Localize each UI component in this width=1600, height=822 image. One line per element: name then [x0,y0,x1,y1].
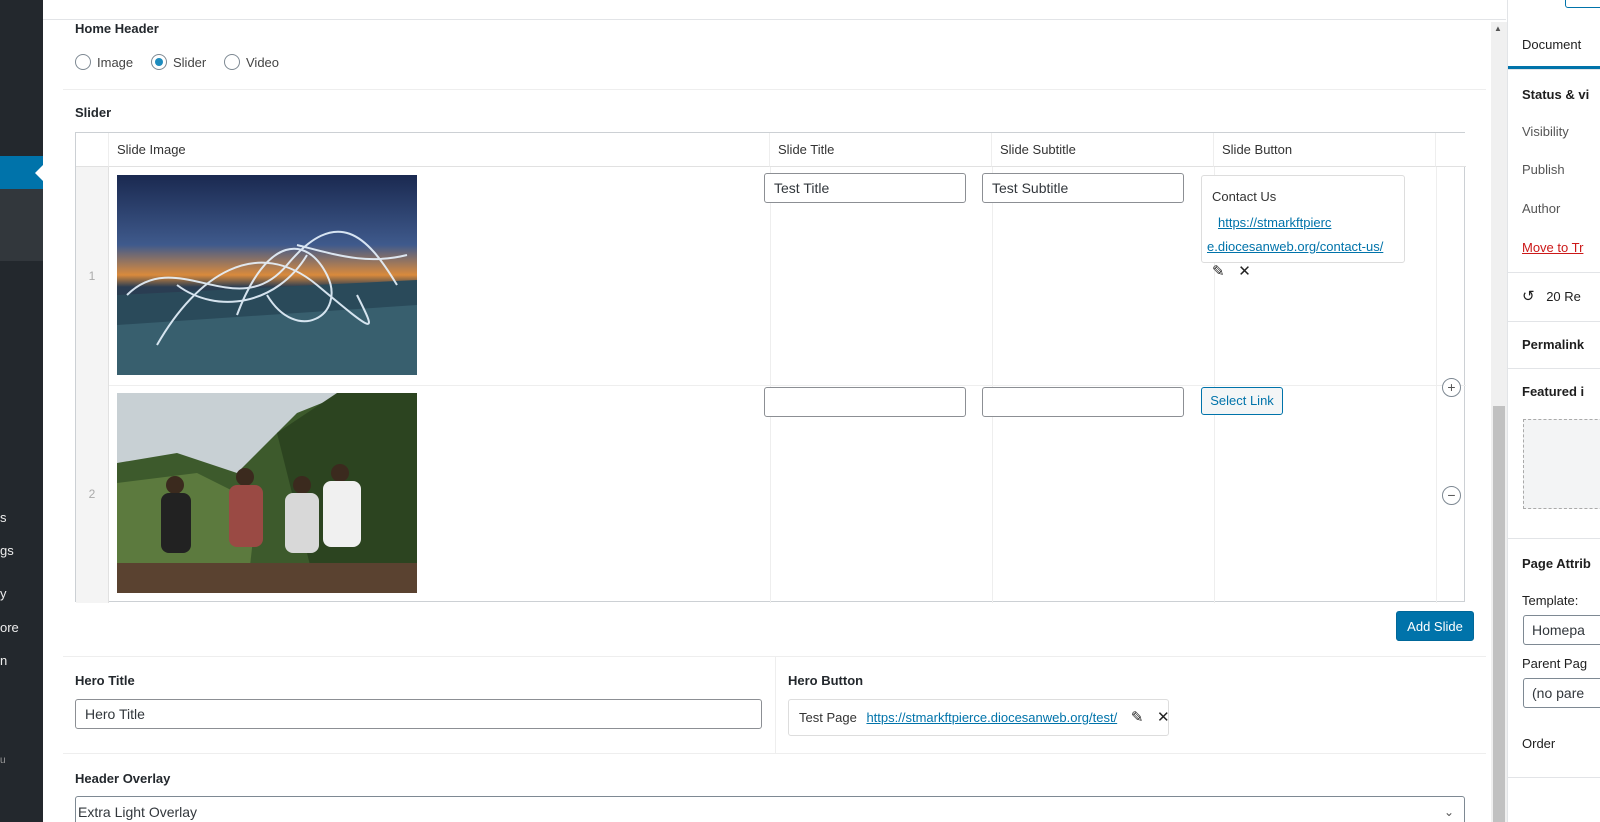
radio-circle[interactable] [75,54,91,70]
admin-menu-item[interactable]: ore [0,620,19,635]
add-row-icon[interactable]: + [1442,378,1461,397]
divider [1508,777,1600,778]
row-number[interactable]: 1 [76,167,109,385]
radio-video[interactable]: Video [224,54,279,70]
divider [1508,272,1600,273]
hero-button-label: Hero Button [788,673,864,688]
column-header: Slide Subtitle [992,133,1214,167]
order-label: Order [1522,736,1556,751]
radio-slider[interactable]: Slider [151,54,206,70]
slider-table: Slide Image Slide Title Slide Subtitle S… [75,132,1466,603]
radio-circle[interactable] [224,54,240,70]
link-text: Contact Us [1212,189,1277,204]
author-label: Author [1522,201,1561,216]
radio-circle-checked[interactable] [151,54,167,70]
remove-row-icon[interactable]: − [1442,486,1461,505]
divider [1508,368,1600,369]
divider [1508,69,1600,70]
slider-label: Slider [75,105,112,120]
visibility-label: Visibility [1522,124,1569,139]
admin-menu-item[interactable]: y [0,586,7,601]
slide-subtitle-input[interactable] [982,387,1184,417]
row-divider [109,385,1466,386]
history-icon: ↺ [1522,288,1535,305]
admin-menu-item[interactable]: gs [0,543,14,558]
radio-label: Slider [173,54,207,70]
header-overlay-label: Header Overlay [75,771,171,786]
col-divider [1436,167,1437,603]
divider [63,753,1486,754]
slide-title-input[interactable]: Test Title [764,173,966,203]
radio-label: Video [246,54,280,70]
settings-sidebar: Document Status & vi Visibility Publish … [1507,0,1600,822]
permalink-heading[interactable]: Permalink [1522,337,1584,352]
admin-menu-item[interactable]: u [0,755,6,766]
admin-menu-item[interactable]: n [0,653,7,668]
admin-menu-active-item[interactable] [0,156,43,189]
add-slide-button[interactable]: Add Slide [1396,611,1474,641]
admin-menu-item[interactable]: s [0,510,7,525]
divider [1508,538,1600,539]
col-divider [992,167,993,603]
link-text: Test Page [799,710,857,725]
header-overlay-select[interactable]: Extra Light Overlay ⌄ [75,796,1465,822]
table-header-num [76,133,109,167]
hero-title-label: Hero Title [75,673,135,688]
column-header: Slide Button [1214,133,1436,167]
top-right-button[interactable] [1565,0,1600,8]
parent-page-label: Parent Pag [1522,656,1588,671]
admin-sidebar: s gs y ore n u [0,0,43,822]
slide-image-light-trails[interactable] [117,175,417,375]
divider [63,89,1486,90]
parent-page-select[interactable]: (no pare [1523,678,1600,708]
link-url[interactable]: https://stmarkftpierce.diocesanweb.org/t… [866,710,1117,725]
slide-title-input[interactable] [764,387,966,417]
revisions-text: 20 Re [1546,289,1581,304]
slide-image-friends-hillside[interactable] [117,393,417,593]
radio-label: Image [97,54,134,70]
scroll-up-icon[interactable]: ▲ [1494,24,1502,33]
tab-document[interactable]: Document [1522,37,1581,52]
publish-label: Publish [1522,162,1565,177]
chevron-down-icon: ⌄ [1443,805,1454,819]
column-header: Slide Image [109,133,770,167]
hero-title-input[interactable]: Hero Title [75,699,762,729]
pencil-icon[interactable]: ✎ [1131,700,1144,735]
revisions-link[interactable]: ↺ 20 Re [1522,287,1581,305]
close-icon[interactable]: ✕ [1238,262,1251,280]
template-label: Template: [1522,593,1579,608]
close-icon[interactable]: ✕ [1157,700,1170,735]
select-value: Extra Light Overlay [78,804,198,820]
scrollbar-thumb[interactable] [1493,406,1505,822]
divider [1508,321,1600,322]
table-header-actions [1436,133,1466,167]
link-url-cont[interactable]: e.diocesanweb.org/contact-us/ [1207,236,1394,258]
pencil-icon[interactable]: ✎ [1212,262,1225,280]
admin-submenu [0,189,43,261]
editor-main: Home Header Image Slider Video Slider Sl… [43,0,1506,822]
hero-button-link: Test Page https://stmarkftpierce.diocesa… [788,699,1170,736]
status-visibility-heading[interactable]: Status & vi [1522,87,1589,102]
template-select[interactable]: Homepa [1523,615,1600,645]
select-link-button[interactable]: Select Link [1201,387,1283,415]
featured-image-heading[interactable]: Featured i [1522,384,1584,399]
top-divider [43,19,1506,20]
page-attributes-heading[interactable]: Page Attrib [1522,556,1591,571]
move-to-trash-link[interactable]: Move to Tr [1522,240,1583,255]
slide-button-link: Contact Us https://stmarkftpierc e.dioce… [1201,175,1405,280]
divider-vertical [775,657,776,753]
home-header-label: Home Header [75,21,159,36]
radio-image[interactable]: Image [75,54,133,70]
link-url[interactable]: https://stmarkftpierc [1218,215,1331,230]
col-divider [770,167,771,603]
featured-image-placeholder[interactable] [1523,419,1600,509]
row-number[interactable]: 2 [76,385,109,603]
column-header: Slide Title [770,133,992,167]
slide-subtitle-input[interactable]: Test Subtitle [982,173,1184,203]
